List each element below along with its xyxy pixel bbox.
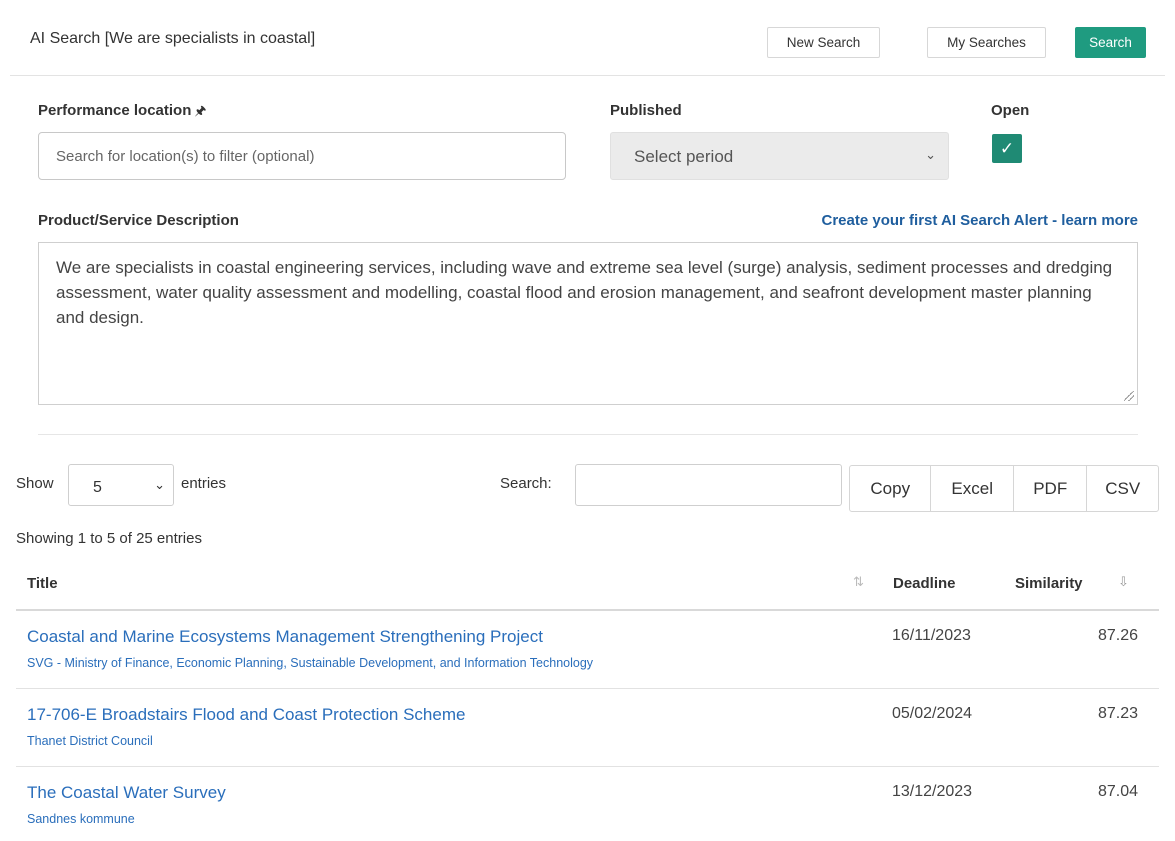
chevron-down-icon: ⌄ (154, 477, 165, 492)
performance-location-text: Performance location (38, 102, 192, 119)
pin-icon[interactable]: 🖈 (194, 103, 206, 118)
row-buyer-link[interactable]: Thanet District Council (27, 734, 153, 748)
row-deadline: 13/12/2023 (892, 783, 973, 800)
table-row: 17-706-E Broadstairs Flood and Coast Pro… (16, 689, 1159, 767)
csv-button[interactable]: CSV (1087, 466, 1158, 511)
show-label: Show (16, 475, 54, 492)
table-search-input[interactable] (575, 464, 842, 506)
column-header-title[interactable]: Title (27, 575, 58, 592)
row-title-link[interactable]: Coastal and Marine Ecosystems Management… (27, 627, 543, 647)
row-similarity: 87.04 (1097, 783, 1138, 800)
sort-descending-icon[interactable]: ⇩ (1118, 574, 1129, 590)
export-button-group: Copy Excel PDF CSV (849, 465, 1159, 512)
copy-button[interactable]: Copy (850, 466, 932, 511)
row-similarity: 87.23 (1097, 705, 1138, 722)
sort-icon[interactable]: ⇅ (853, 574, 864, 590)
page-size-select[interactable]: 5 ⌄ (68, 464, 174, 506)
create-alert-link[interactable]: Create your first AI Search Alert - lear… (822, 212, 1139, 229)
row-buyer-link[interactable]: SVG - Ministry of Finance, Economic Plan… (27, 656, 593, 670)
column-header-similarity[interactable]: Similarity (1015, 575, 1083, 592)
pdf-button[interactable]: PDF (1014, 466, 1088, 511)
published-label: Published (610, 102, 682, 119)
published-period-select[interactable]: Select period ⌄ (610, 132, 949, 180)
row-deadline: 16/11/2023 (892, 627, 971, 644)
description-textarea[interactable]: We are specialists in coastal engineerin… (38, 242, 1138, 405)
location-input[interactable] (38, 132, 566, 180)
ai-search-page: AI Search [We are specialists in coastal… (0, 0, 1175, 841)
description-label: Product/Service Description (38, 212, 239, 229)
search-button[interactable]: Search (1075, 27, 1146, 58)
checkmark-icon: ✓ (999, 139, 1015, 158)
page-size-value: 5 (93, 479, 102, 496)
divider (38, 434, 1138, 435)
row-title-link[interactable]: The Coastal Water Survey (27, 783, 226, 803)
table-info: Showing 1 to 5 of 25 entries (16, 530, 202, 547)
column-header-deadline[interactable]: Deadline (893, 575, 956, 592)
row-similarity: 87.26 (1097, 627, 1138, 644)
open-label: Open (991, 102, 1030, 119)
new-search-button[interactable]: New Search (767, 27, 880, 58)
row-title-link[interactable]: 17-706-E Broadstairs Flood and Coast Pro… (27, 705, 465, 725)
entries-label: entries (181, 475, 227, 492)
excel-button[interactable]: Excel (931, 466, 1014, 511)
table-row: The Coastal Water Survey Sandnes kommune… (16, 767, 1159, 841)
table-row: Coastal and Marine Ecosystems Management… (16, 611, 1159, 689)
description-text: We are specialists in coastal engineerin… (56, 258, 1113, 327)
performance-location-label: Performance location 🖈 (38, 102, 206, 124)
row-deadline: 05/02/2024 (892, 705, 973, 722)
table-search-label: Search: (500, 475, 552, 492)
my-searches-button[interactable]: My Searches (927, 27, 1046, 58)
header: AI Search [We are specialists in coastal… (10, 0, 1165, 76)
page-title: AI Search [We are specialists in coastal… (30, 30, 316, 47)
resize-handle-icon[interactable] (1124, 391, 1134, 401)
chevron-down-icon: ⌄ (925, 147, 936, 162)
open-checkbox[interactable]: ✓ (992, 134, 1022, 163)
row-buyer-link[interactable]: Sandnes kommune (27, 812, 135, 826)
published-period-value: Select period (634, 147, 734, 166)
